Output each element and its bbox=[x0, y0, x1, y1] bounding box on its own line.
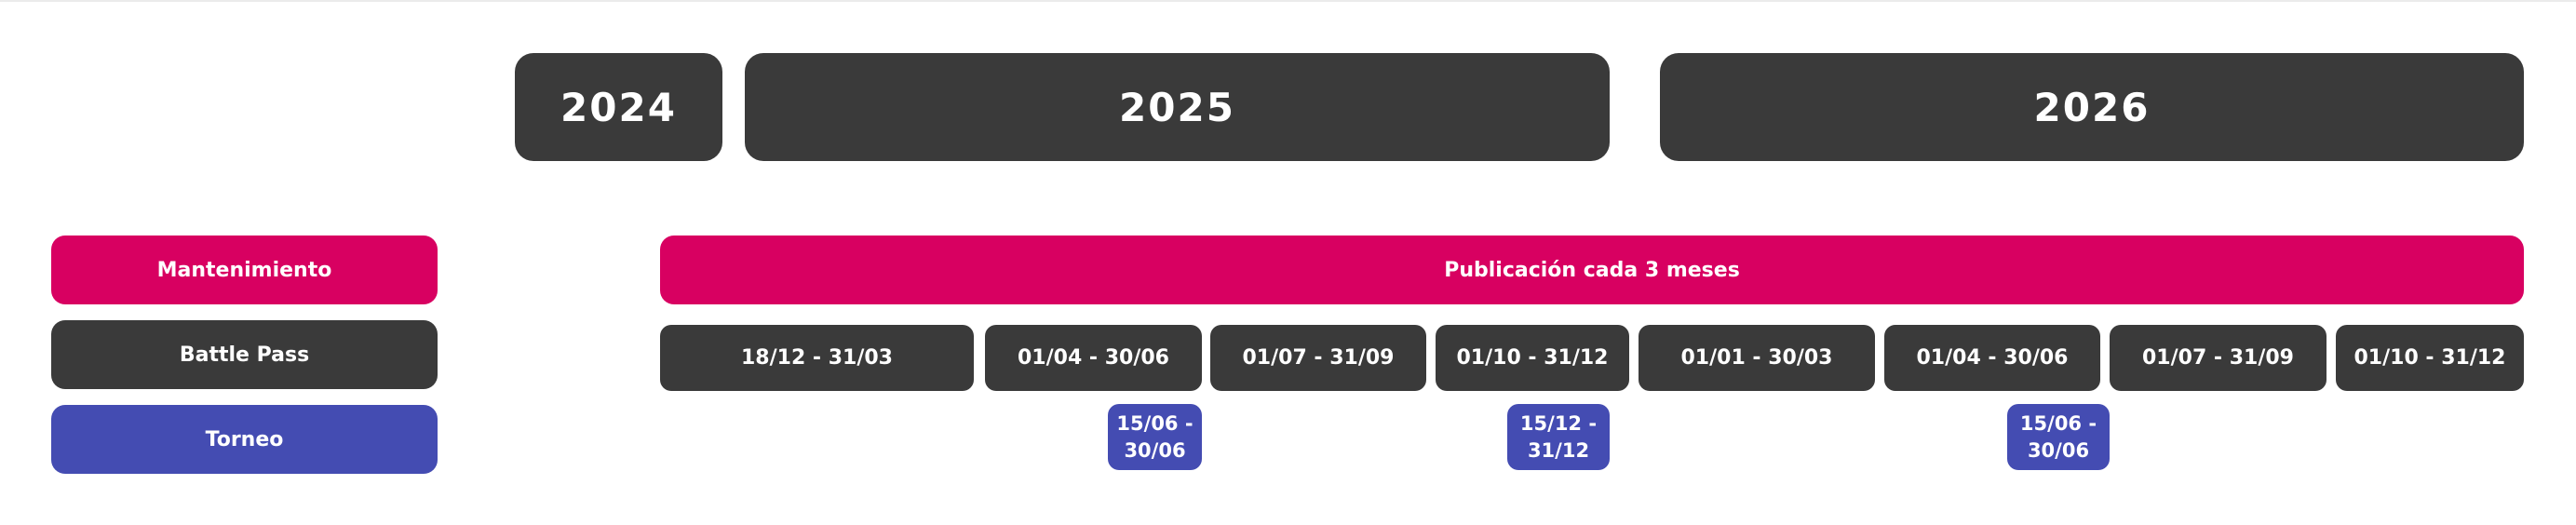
torneo-period-end: 31/12 bbox=[1527, 438, 1590, 462]
torneo-period: 15/06 - 30/06 bbox=[2007, 404, 2110, 470]
year-2024: 2024 bbox=[515, 53, 722, 161]
torneo-period: 15/06 - 30/06 bbox=[1108, 404, 1202, 470]
battle-pass-period: 18/12 - 31/03 bbox=[660, 325, 974, 391]
year-2025: 2025 bbox=[745, 53, 1610, 161]
row-label-torneo: Torneo bbox=[51, 405, 438, 474]
battle-pass-period: 01/01 - 30/03 bbox=[1639, 325, 1875, 391]
torneo-period: 15/12 - 31/12 bbox=[1507, 404, 1610, 470]
battle-pass-period: 01/04 - 30/06 bbox=[985, 325, 1202, 391]
battle-pass-period: 01/10 - 31/12 bbox=[1436, 325, 1629, 391]
maintenance-bar: Publicación cada 3 meses bbox=[660, 236, 2524, 304]
year-2026: 2026 bbox=[1660, 53, 2524, 161]
torneo-period-start: 15/06 - bbox=[1116, 411, 1194, 435]
torneo-period-end: 30/06 bbox=[1124, 438, 1186, 462]
battle-pass-period: 01/10 - 31/12 bbox=[2336, 325, 2524, 391]
row-label-battle-pass: Battle Pass bbox=[51, 320, 438, 389]
torneo-period-start: 15/06 - bbox=[2019, 411, 2097, 435]
battle-pass-period: 01/07 - 31/09 bbox=[2110, 325, 2326, 391]
row-label-mantenimiento: Mantenimiento bbox=[51, 236, 438, 304]
torneo-period-end: 30/06 bbox=[2027, 438, 2090, 462]
battle-pass-period: 01/04 - 30/06 bbox=[1884, 325, 2100, 391]
battle-pass-period: 01/07 - 31/09 bbox=[1210, 325, 1426, 391]
torneo-period-start: 15/12 - bbox=[1519, 411, 1598, 435]
top-divider bbox=[0, 0, 2576, 2]
